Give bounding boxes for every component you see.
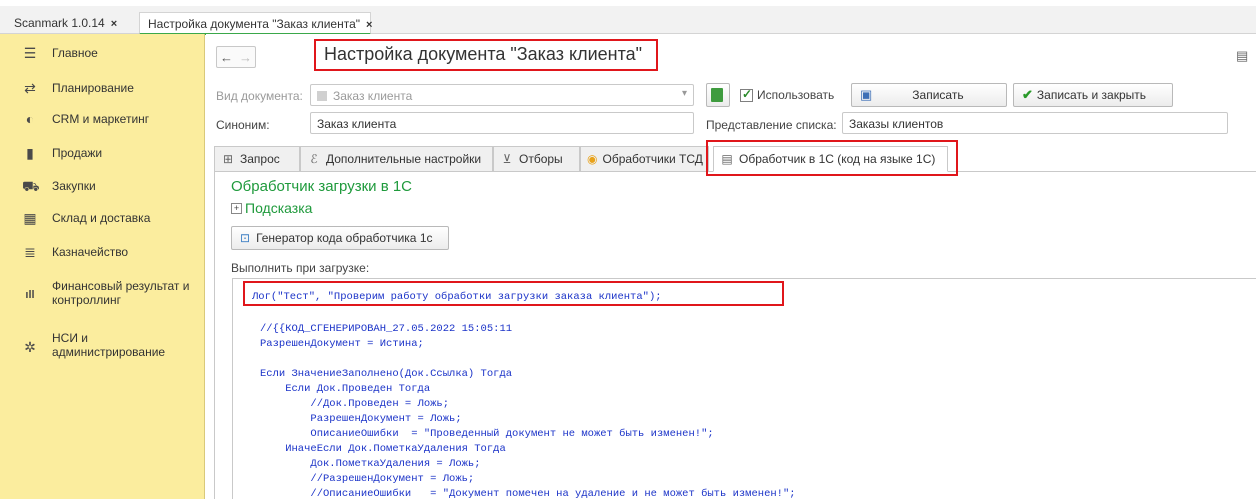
- handler-panel: Обработчик загрузки в 1С + Подсказка ⊡ Ген…: [214, 172, 1256, 499]
- sidebar-item-planning[interactable]: ⇄ Планирование: [0, 73, 205, 103]
- sidebar-item-label: Планирование: [52, 81, 134, 95]
- doc-icon: [317, 91, 327, 101]
- sidebar: ☰ Главное ⇄ Планирование ◐ CRM и маркети…: [0, 34, 205, 499]
- query-icon: ⊞: [222, 152, 234, 166]
- planning-icon: ⇄: [24, 80, 36, 96]
- checkmark-icon: ✔: [1022, 87, 1033, 102]
- handler-icon: ◉: [587, 152, 598, 166]
- close-icon[interactable]: ×: [111, 18, 117, 30]
- print-icon[interactable]: ▤: [1236, 48, 1250, 63]
- tab-label: Scanmark 1.0.14: [14, 16, 105, 30]
- main-form: ← → Настройка документа "Заказ клиента" ▤…: [206, 34, 1256, 499]
- execute-label: Выполнить при загрузке:: [231, 261, 370, 275]
- sidebar-item-finance[interactable]: ıll Финансовый результат и контроллинг: [0, 273, 205, 317]
- checkbox-icon[interactable]: [740, 87, 753, 102]
- crm-icon: ◐: [25, 111, 35, 127]
- code-line: Док.ПометкаУдаления = Ложь;: [260, 458, 481, 470]
- sidebar-item-label: Склад и доставка: [52, 211, 151, 225]
- close-icon[interactable]: ×: [366, 19, 372, 31]
- cart-icon: ⛟: [22, 178, 40, 194]
- window-tabbar: Scanmark 1.0.14 × Настройка документа "За…: [0, 6, 1256, 35]
- code-line: ОписаниеОшибки = "Проведенный документ н…: [260, 428, 714, 440]
- doc-type-field[interactable]: Заказ клиента ▾: [310, 84, 694, 106]
- open-button[interactable]: [706, 83, 730, 107]
- synonym-label: Синоним:: [216, 118, 270, 132]
- code-line: Если Док.Проведен Тогда: [260, 383, 431, 395]
- code-generator-button[interactable]: ⊡ Генератор кода обработчика 1с: [231, 226, 449, 250]
- book-icon: [711, 88, 723, 102]
- generator-icon: ⊡: [240, 231, 251, 245]
- sidebar-item-label: Финансовый результат и контроллинг: [52, 279, 190, 307]
- gear-icon: ✲: [24, 339, 36, 355]
- code-line: РазрешенДокумент = Истина;: [260, 338, 424, 350]
- save-and-close-button[interactable]: ✔ Записать и закрыть: [1013, 83, 1173, 107]
- code-line-highlight: [243, 281, 784, 306]
- list-representation-field[interactable]: Заказы клиентов: [842, 112, 1228, 134]
- code-editor[interactable]: Лог("Тест", "Проверим работу обработки з…: [232, 278, 1256, 499]
- tab-tsd-handlers[interactable]: ◉ Обработчики ТСД: [580, 146, 709, 172]
- panel-heading: Обработчик загрузки в 1С: [231, 178, 413, 195]
- sidebar-item-label: CRM и маркетинг: [52, 112, 150, 126]
- save-button[interactable]: ▣ Записать: [851, 83, 1007, 107]
- tab-query[interactable]: ⊞ Запрос: [214, 146, 300, 172]
- sidebar-item-treasury[interactable]: ≣ Казначейство: [0, 237, 205, 267]
- filter-icon: ⊻: [502, 152, 512, 166]
- tab-scanmark[interactable]: Scanmark 1.0.14 ×: [6, 12, 138, 34]
- doc-type-label: Вид документа:: [216, 89, 303, 103]
- sidebar-item-label: Продажи: [52, 146, 103, 160]
- list-representation-label: Представление списка:: [706, 118, 837, 132]
- expand-icon: +: [231, 202, 242, 214]
- save-icon: ▣: [860, 87, 873, 102]
- code-line: ИначеЕсли Док.ПометкаУдаления Тогда: [260, 443, 506, 455]
- use-checkbox[interactable]: Использовать: [740, 87, 834, 102]
- tab-document-settings[interactable]: Настройка документа "Заказ клиента" ×: [139, 12, 372, 35]
- menu-icon: ☰: [23, 45, 37, 61]
- back-arrow-icon[interactable]: ←: [220, 50, 233, 65]
- tab-additional-settings[interactable]: ℰ Дополнительные настройки: [300, 146, 493, 172]
- hint-link[interactable]: + Подсказка: [231, 200, 312, 216]
- settings-icon: ℰ: [310, 152, 318, 166]
- code-line: РазрешенДокумент = Ложь;: [260, 413, 462, 425]
- code-line: //РазрешенДокумент = Ложь;: [260, 473, 475, 485]
- code-line: //{{КОД_СГЕНЕРИРОВАН_27.05.2022 15:05:11: [260, 323, 513, 335]
- sidebar-item-main[interactable]: ☰ Главное: [0, 38, 205, 68]
- sidebar-item-purchases[interactable]: ⛟ Закупки: [0, 171, 205, 201]
- sidebar-item-sales[interactable]: ▮ Продажи: [0, 138, 205, 168]
- code-line: //Док.Проведен = Ложь;: [260, 398, 450, 410]
- warehouse-icon: ▦: [23, 210, 37, 226]
- nav-buttons: ← →: [216, 46, 256, 68]
- sidebar-item-label: Закупки: [52, 179, 96, 193]
- code-line: //ОписаниеОшибки = "Документ помечен на …: [260, 488, 796, 499]
- sales-icon: ▮: [26, 145, 34, 161]
- sidebar-item-crm[interactable]: ◐ CRM и маркетинг: [0, 104, 205, 134]
- forward-arrow-icon[interactable]: →: [239, 50, 252, 65]
- synonym-field[interactable]: Заказ клиента: [310, 112, 694, 134]
- finance-icon: ıll: [25, 289, 35, 301]
- tab-filters[interactable]: ⊻ Отборы: [493, 146, 580, 172]
- sidebar-item-label: НСИ и администрирование: [52, 331, 166, 359]
- treasury-icon: ≣: [24, 244, 36, 260]
- code-line: Если ЗначениеЗаполнено(Док.Ссылка) Тогда: [260, 368, 513, 380]
- sidebar-item-admin[interactable]: ✲ НСИ и администрирование: [0, 325, 205, 369]
- sidebar-item-label: Казначейство: [52, 245, 129, 259]
- title-highlight: [314, 39, 658, 71]
- sidebar-item-label: Главное: [52, 46, 98, 60]
- tab-highlight: [706, 140, 958, 176]
- tab-label: Настройка документа "Заказ клиента": [148, 17, 361, 31]
- sidebar-item-warehouse[interactable]: ▦ Склад и доставка: [0, 203, 205, 233]
- chevron-down-icon[interactable]: ▾: [682, 88, 687, 99]
